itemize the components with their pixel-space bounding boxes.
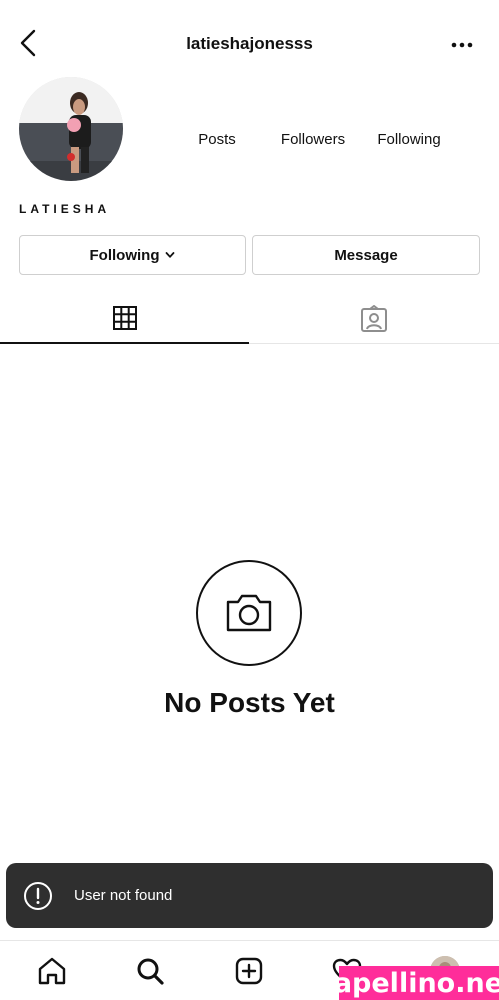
avatar-photo: [19, 77, 123, 181]
tagged-icon: [360, 304, 387, 332]
toast-message: User not found: [74, 887, 173, 904]
following-button-label: Following: [89, 246, 160, 264]
empty-posts-camera: [196, 560, 302, 666]
chevron-down-icon: [166, 252, 175, 258]
home-icon[interactable]: [36, 955, 68, 987]
alert-icon: [24, 881, 52, 910]
search-icon[interactable]: [134, 955, 166, 987]
empty-posts-title: No Posts Yet: [164, 687, 335, 718]
following-count-label[interactable]: Following: [368, 131, 450, 148]
grid-icon: [112, 305, 137, 330]
posts-count-label[interactable]: Posts: [187, 131, 247, 148]
profile-avatar[interactable]: [19, 77, 123, 181]
profile-username: latieshajonesss: [186, 34, 313, 53]
followers-count-label[interactable]: Followers: [272, 131, 354, 148]
profile-tabs: [0, 293, 499, 344]
error-toast: User not found: [6, 863, 493, 928]
profile-display-name: LATIESHA: [19, 202, 111, 216]
tab-posts-grid[interactable]: [0, 293, 249, 344]
message-button[interactable]: Message: [252, 235, 480, 275]
following-button[interactable]: Following: [19, 235, 246, 275]
site-watermark: fapellino.net: [322, 966, 499, 1000]
camera-icon: [226, 594, 272, 632]
more-options-icon[interactable]: [449, 32, 475, 58]
tab-tagged[interactable]: [249, 293, 498, 344]
new-post-icon[interactable]: [233, 955, 265, 987]
message-button-label: Message: [334, 246, 398, 264]
